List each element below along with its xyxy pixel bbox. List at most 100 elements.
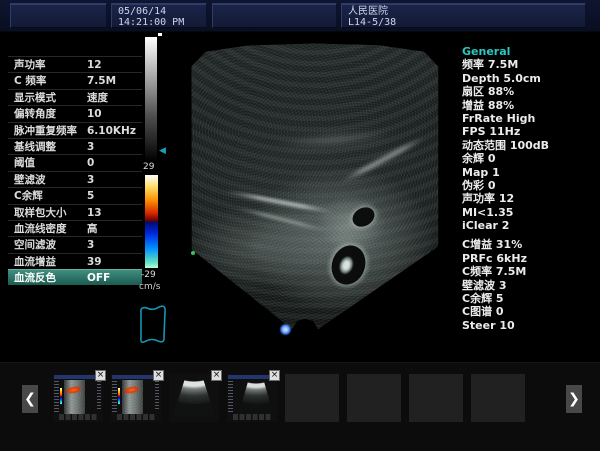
info-line: C频率 7.5M: [462, 265, 597, 278]
thumb-right-text: [97, 381, 101, 411]
thumbnail-strip: ❮ × ×: [0, 362, 600, 451]
scroll-left-icon[interactable]: ❮: [22, 385, 38, 413]
graymap-marker-icon: ◀: [159, 147, 166, 156]
param-row-spatial-filter[interactable]: 空间滤波 3: [8, 236, 142, 252]
param-value: 3: [87, 237, 94, 253]
info-line: FPS 11Hz: [462, 125, 597, 138]
thumb-colorbar: [118, 388, 120, 404]
hospital-probe-box: 人民医院 L14-5/38: [341, 3, 586, 28]
thumb-linear-image: [122, 380, 143, 415]
param-value: 速度: [87, 90, 108, 106]
info-line: C图谱 0: [462, 305, 597, 318]
info-line: FrRate High: [462, 112, 597, 125]
param-label: C余辉: [14, 188, 43, 204]
param-row-baseline[interactable]: 基线调整 3: [8, 138, 142, 154]
close-icon[interactable]: ×: [211, 370, 222, 381]
param-label: 空间滤波: [14, 237, 56, 253]
info-line: 增益 88%: [462, 99, 597, 112]
param-label: 声功率: [14, 57, 46, 73]
velocity-min-label: -29: [141, 270, 156, 280]
velocity-unit-label: cm/s: [139, 282, 160, 292]
body-marker-icon: [136, 302, 170, 348]
thumbnail-sector-4[interactable]: ×: [227, 374, 277, 422]
info-line: C余辉 5: [462, 292, 597, 305]
time-text: 14:21:00 PM: [118, 17, 200, 28]
close-icon[interactable]: ×: [153, 370, 164, 381]
info-line: MI<1.35: [462, 206, 597, 219]
info-line: Map 1: [462, 166, 597, 179]
param-label: C 频率: [14, 73, 46, 89]
param-value: 13: [87, 205, 102, 221]
param-row-flow-invert-selected[interactable]: 血流反色 OFF: [8, 269, 142, 285]
param-label: 阈值: [14, 155, 35, 171]
info-line: 扇区 88%: [462, 85, 597, 98]
info-line: 壁滤波 3: [462, 279, 597, 292]
patient-info-box: [10, 3, 107, 28]
param-label: 显示模式: [14, 90, 56, 106]
scroll-right-icon[interactable]: ❯: [566, 385, 582, 413]
thumb-left-text: [112, 381, 117, 413]
param-label: 壁滤波: [14, 172, 46, 188]
info-line: C增益 31%: [462, 238, 597, 251]
param-value: 6.10KHz: [87, 123, 136, 139]
close-icon[interactable]: ×: [269, 370, 280, 381]
param-value: 12: [87, 57, 102, 73]
thumbnail-slot-empty: [471, 374, 525, 422]
ultrasound-screen: 05/06/14 14:21:00 PM 人民医院 L14-5/38 声功率 1…: [0, 0, 600, 451]
param-label: 偏转角度: [14, 106, 56, 122]
info-line: 动态范围 100dB: [462, 139, 597, 152]
ultrasound-image[interactable]: [185, 40, 445, 335]
probe-model: L14-5/38: [348, 17, 579, 28]
param-row-prf[interactable]: 脉冲重复频率 6.10KHz: [8, 122, 142, 138]
info-line: 声功率 12: [462, 192, 597, 205]
param-row-packet-size[interactable]: 取样包大小 13: [8, 204, 142, 220]
param-label: 取样包大小: [14, 205, 67, 221]
exam-info-box: [212, 3, 337, 28]
thumb-left-text: [228, 381, 233, 413]
velocity-max-label: 29: [143, 162, 154, 172]
thumb-sector-image: [239, 380, 273, 416]
thumbnail-sector-3[interactable]: ×: [169, 374, 219, 422]
apex-marker-blue-dot: [280, 324, 291, 335]
info-line: PRFc 6kHz: [462, 252, 597, 265]
param-row-threshold[interactable]: 阈值 0: [8, 154, 142, 170]
param-value: 5: [87, 188, 94, 204]
param-label: 血流增益: [14, 254, 56, 270]
hospital-name: 人民医院: [348, 6, 579, 17]
param-label: 血流反色: [14, 270, 56, 286]
thumbnail-slots: × × × ×: [53, 374, 525, 422]
thumb-mini-strip: [59, 414, 97, 420]
param-row-steer-angle[interactable]: 偏转角度 10: [8, 105, 142, 121]
thumbnail-slot-empty: [285, 374, 339, 422]
param-row-flow-gain[interactable]: 血流增益 39: [8, 253, 142, 269]
info-line: Steer 10: [462, 319, 597, 332]
thumbnail-duplex-2[interactable]: ×: [111, 374, 161, 422]
thumb-mini-strip: [233, 414, 271, 420]
param-value: 3: [87, 139, 94, 155]
thumb-linear-image: [64, 380, 85, 415]
info-line: iClear 2: [462, 219, 597, 232]
parameter-panel: 声功率 12 C 频率 7.5M 显示模式 速度 偏转角度 10 脉冲重复频率 …: [8, 56, 142, 285]
param-value: 0: [87, 155, 94, 171]
speckle-texture: [185, 40, 445, 335]
param-row-acoustic-power[interactable]: 声功率 12: [8, 56, 142, 72]
thumbnail-duplex-1[interactable]: ×: [53, 374, 103, 422]
gray-map-top-marker: [158, 33, 162, 36]
param-row-wall-filter[interactable]: 壁滤波 3: [8, 171, 142, 187]
thumb-mini-strip: [117, 414, 155, 420]
param-value: 3: [87, 172, 94, 188]
param-row-display-mode[interactable]: 显示模式 速度: [8, 89, 142, 105]
info-line: 频率 7.5M: [462, 58, 597, 71]
edge-marker-green-dot: [191, 251, 195, 255]
thumb-right-text: [155, 381, 159, 411]
top-status-bar: 05/06/14 14:21:00 PM 人民医院 L14-5/38: [0, 0, 600, 32]
param-row-c-frequency[interactable]: C 频率 7.5M: [8, 72, 142, 88]
image-info-panel: General 频率 7.5M Depth 5.0cm 扇区 88% 增益 88…: [462, 45, 597, 332]
doppler-color-bar: [145, 175, 158, 268]
param-value: 高: [87, 221, 98, 237]
datetime-box: 05/06/14 14:21:00 PM: [111, 3, 207, 28]
thumbnail-slot-empty: [409, 374, 463, 422]
param-row-line-density[interactable]: 血流线密度 高: [8, 220, 142, 236]
close-icon[interactable]: ×: [95, 370, 106, 381]
param-row-c-persistence[interactable]: C余辉 5: [8, 187, 142, 203]
